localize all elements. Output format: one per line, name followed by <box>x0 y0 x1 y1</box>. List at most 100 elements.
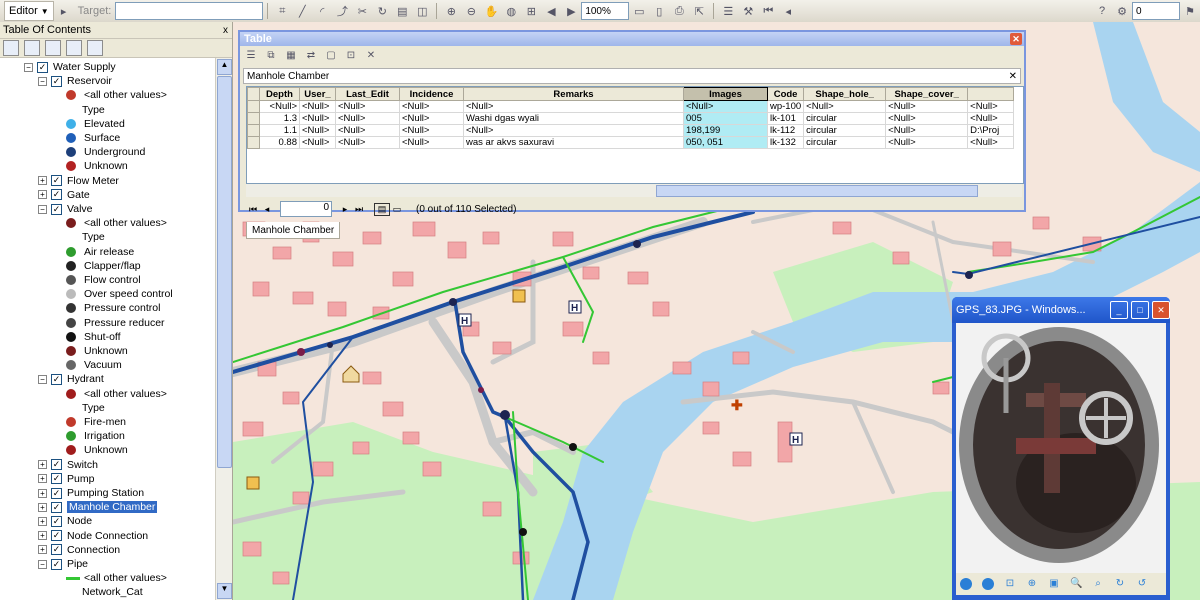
table-options-icon[interactable]: ☰ <box>244 50 258 64</box>
table-row[interactable]: <Null> <Null> <Null> <Null> <Null> <Null> wp-1… <box>247 100 1015 113</box>
table-cell[interactable]: was ar akvs saxuravi <box>463 136 684 149</box>
rotate-tool-icon[interactable]: ↻ <box>374 3 390 19</box>
toc-legend-item[interactable]: Over speed control <box>66 287 173 301</box>
first-frame-icon[interactable]: ⏮ <box>760 3 776 19</box>
close-icon[interactable]: ✕ <box>1152 301 1170 319</box>
column-header[interactable]: Incidence <box>399 87 464 101</box>
flag-icon[interactable]: ⚑ <box>1182 3 1198 19</box>
options-icon[interactable] <box>87 40 103 56</box>
table-cell[interactable]: <Null> <box>885 100 969 113</box>
toc-layer-node-connection[interactable]: + ✓ Node Connection <box>38 529 148 543</box>
table-cell[interactable]: <Null> <box>399 136 464 149</box>
editor-dropdown[interactable]: Editor ▼ <box>4 1 54 21</box>
table-cell[interactable]: 198,199 <box>683 124 768 137</box>
table-cell[interactable]: 050, 051 <box>683 136 768 149</box>
expand-collapse-icon[interactable]: − <box>38 559 47 569</box>
table-cell[interactable]: <Null> <box>885 124 969 137</box>
attributes-icon[interactable]: ▤ <box>394 3 410 19</box>
previous-record-icon[interactable]: ◂ <box>260 204 274 215</box>
value-combo[interactable]: 0 <box>1132 2 1180 20</box>
table-cell[interactable]: <Null> <box>683 100 768 113</box>
column-header[interactable]: Images <box>683 87 768 101</box>
visibility-checkbox[interactable]: ✓ <box>51 203 62 215</box>
table-cell[interactable]: <Null> <box>299 136 336 149</box>
slideshow-icon[interactable]: ▣ <box>1048 578 1060 590</box>
table-cell[interactable]: <Null> <box>399 124 464 137</box>
table-cell[interactable]: lk-112 <box>766 124 805 137</box>
toc-layer-pumping-station[interactable]: + ✓ Pumping Station <box>38 486 144 500</box>
trace-tool-icon[interactable]: ⤴ <box>334 3 350 19</box>
expand-collapse-icon[interactable]: − <box>38 76 47 86</box>
print-icon[interactable]: ⎙ <box>671 3 687 19</box>
toc-legend-item[interactable]: Air release <box>66 245 134 259</box>
expand-collapse-icon[interactable]: + <box>38 190 47 200</box>
help-icon[interactable]: ? <box>1094 3 1110 19</box>
visibility-checkbox[interactable]: ✓ <box>51 373 62 385</box>
back-extent-icon[interactable]: ◀ <box>543 3 559 19</box>
table-cell[interactable]: lk-101 <box>766 112 805 125</box>
record-number-input[interactable]: 0 <box>280 201 332 217</box>
table-cell[interactable]: circular <box>803 112 887 125</box>
table-title-bar[interactable]: Table ✕ <box>240 32 1024 46</box>
toc-legend-item[interactable]: <all other values> <box>66 571 167 585</box>
toc-layer-flow-meter[interactable]: + ✓ Flow Meter <box>38 174 119 188</box>
toc-legend-item[interactable]: Pressure reducer <box>66 316 165 330</box>
toc-layer-valve[interactable]: − ✓ Valve <box>38 202 93 216</box>
scroll-thumb[interactable] <box>656 185 978 197</box>
table-cell[interactable]: <Null> <box>335 136 400 149</box>
toc-legend-item[interactable]: Unknown <box>66 159 128 173</box>
table-cell[interactable]: <Null> <box>967 136 1015 149</box>
table-cell[interactable]: <Null> <box>335 112 400 125</box>
prev-frame-icon[interactable]: ◂ <box>780 3 796 19</box>
table-cell[interactable]: 1.3 <box>259 112 300 125</box>
forward-extent-icon[interactable]: ▶ <box>563 3 579 19</box>
table-cell[interactable]: <Null> <box>967 100 1015 113</box>
column-header[interactable]: Code <box>766 87 805 101</box>
rotate-clockwise-icon[interactable]: ↻ <box>1114 578 1126 590</box>
table-cell[interactable]: <Null> <box>259 100 300 113</box>
best-fit-icon[interactable]: ⊡ <box>1004 578 1016 590</box>
toc-legend-item[interactable]: <all other values> <box>66 387 167 401</box>
zoom-in-icon[interactable]: ⊕ <box>443 3 459 19</box>
export-icon[interactable]: ⇱ <box>691 3 707 19</box>
visibility-checkbox[interactable]: ✓ <box>37 61 48 73</box>
table-cell[interactable]: 005 <box>683 112 768 125</box>
sketch-props-icon[interactable]: ◫ <box>414 3 430 19</box>
table-cell[interactable]: circular <box>803 136 887 149</box>
toolbox-icon[interactable]: ⚒ <box>740 3 756 19</box>
table-cell[interactable]: circular <box>803 124 887 137</box>
next-record-icon[interactable]: ▸ <box>338 204 352 215</box>
column-header[interactable]: Remarks <box>463 87 684 101</box>
next-image-icon[interactable] <box>982 578 994 590</box>
scale-combo[interactable]: 100% <box>581 2 630 20</box>
split-tool-icon[interactable]: ✂ <box>354 3 370 19</box>
image-viewer-title-bar[interactable]: GPS_83.JPG - Windows... _ □ ✕ <box>952 297 1170 323</box>
list-by-visibility-icon[interactable] <box>45 40 61 56</box>
table-cell[interactable]: <Null> <box>463 124 684 137</box>
table-cell[interactable]: wp-100 <box>766 100 805 113</box>
toc-legend-item[interactable]: Fire-men <box>66 415 126 429</box>
visibility-checkbox[interactable]: ✓ <box>51 75 62 87</box>
show-all-records-icon[interactable]: ▤ <box>374 202 390 216</box>
rotate-counterclockwise-icon[interactable]: ↺ <box>1136 578 1148 590</box>
table-cell[interactable]: 0.88 <box>259 136 300 149</box>
toc-legend-item[interactable]: Clapper/flap <box>66 259 141 273</box>
minimize-icon[interactable]: _ <box>1110 301 1128 319</box>
table-cell[interactable]: <Null> <box>803 100 887 113</box>
select-by-attributes-icon[interactable]: ▦ <box>284 50 298 64</box>
expand-collapse-icon[interactable]: − <box>24 62 33 72</box>
edit-tool-icon[interactable]: ▸ <box>56 3 72 19</box>
table-row[interactable]: 1.1 <Null> <Null> <Null> <Null> 198,199 lk-112… <box>247 124 1015 137</box>
layout-view-icon[interactable]: ▭ <box>631 3 647 19</box>
zoom-to-selected-icon[interactable]: ⊡ <box>344 50 358 64</box>
zoom-in-icon[interactable]: 🔍 <box>1070 578 1082 590</box>
page-icon[interactable]: ▯ <box>651 3 667 19</box>
table-tab[interactable]: Manhole Chamber <box>246 222 341 239</box>
settings-icon[interactable]: ⚙ <box>1114 3 1130 19</box>
column-header[interactable]: User_ <box>299 87 336 101</box>
table-cell[interactable]: <Null> <box>335 100 400 113</box>
target-combo[interactable] <box>115 2 264 20</box>
table-cell[interactable]: <Null> <box>299 100 336 113</box>
toc-layer-reservoir[interactable]: − ✓ Reservoir <box>38 74 112 88</box>
scroll-up-icon[interactable]: ▲ <box>217 59 232 75</box>
